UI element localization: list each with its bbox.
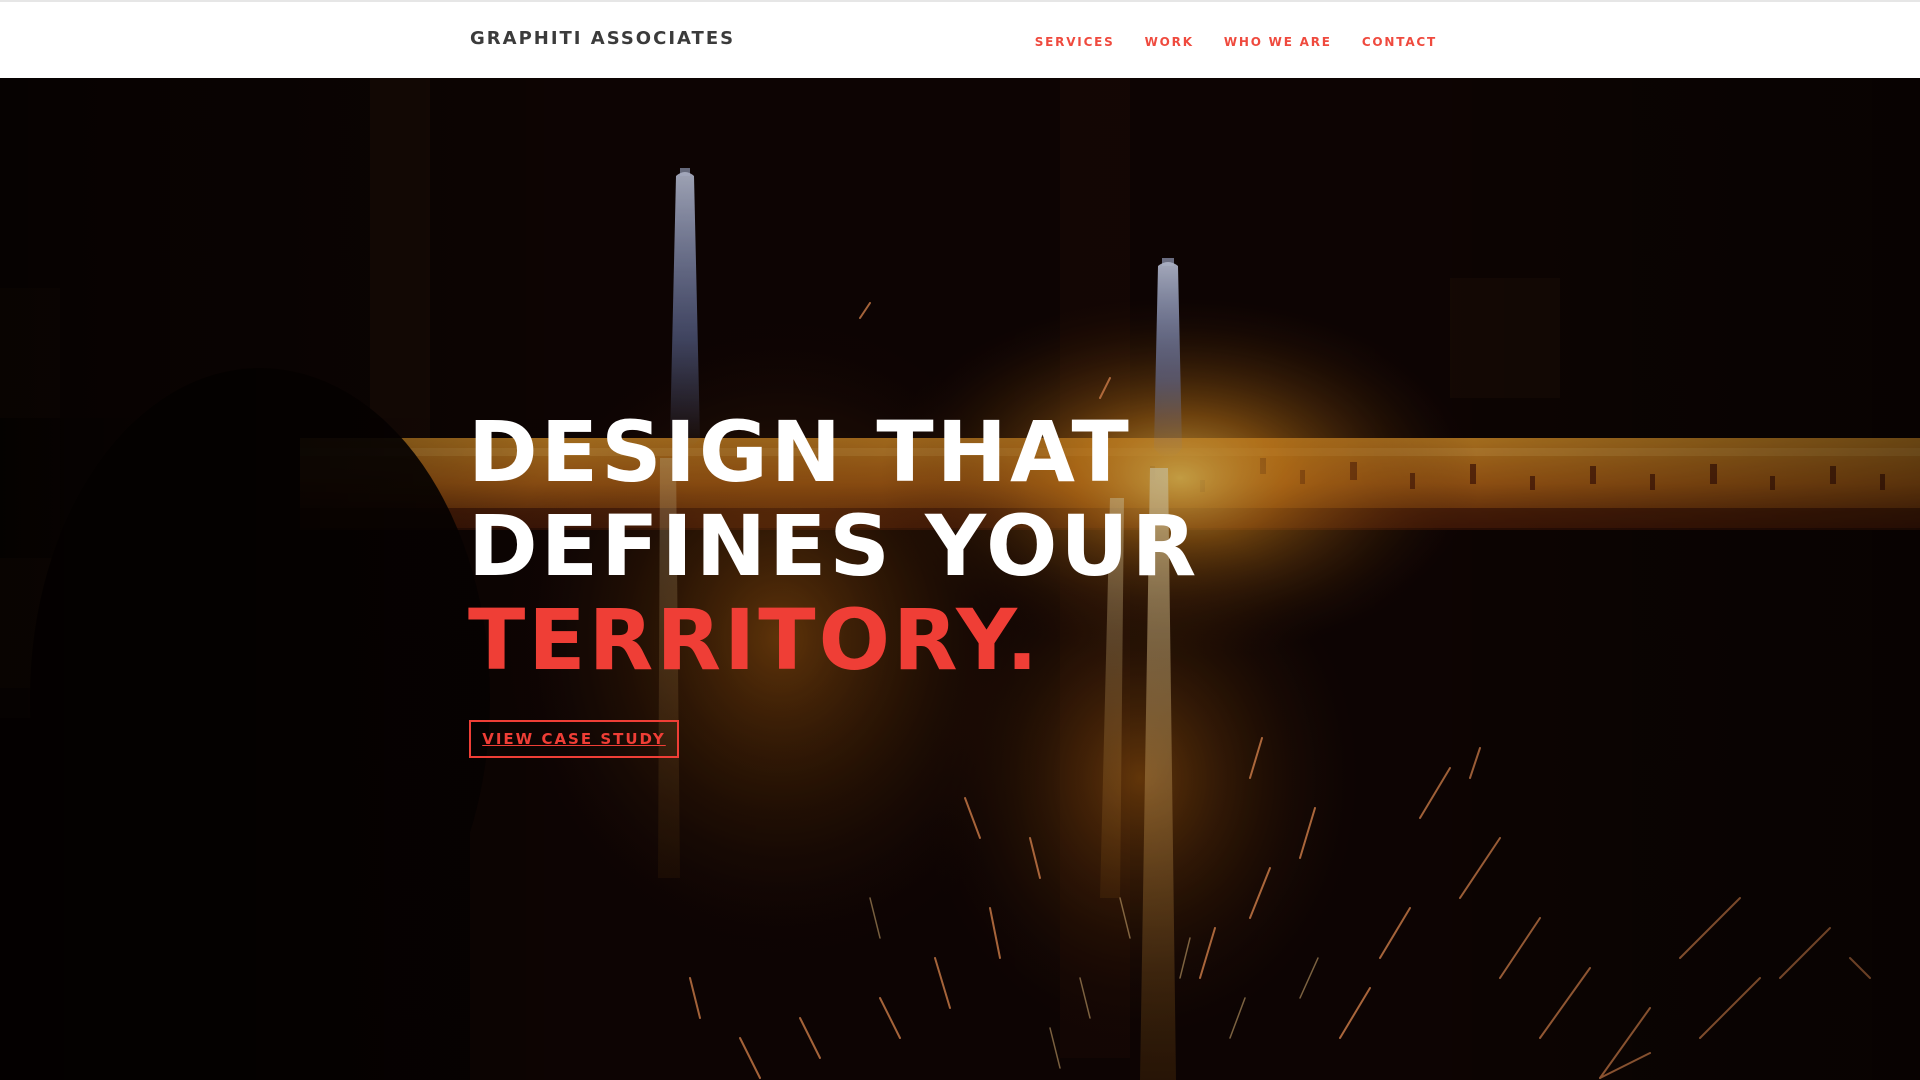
main-nav: SERVICES WORK WHO WE ARE CONTACT <box>1035 35 1437 49</box>
nav-who-we-are-link[interactable]: WHO WE ARE <box>1224 35 1332 49</box>
site-logo[interactable]: GRAPHITI ASSOCIATES <box>470 28 735 49</box>
view-case-study-button[interactable]: VIEW CASE STUDY <box>469 720 679 758</box>
headline-line-2: DEFINES YOUR <box>468 497 1200 595</box>
headline-line-1: DESIGN THAT <box>468 403 1132 501</box>
headline-accent: TERRITORY. <box>468 591 1041 689</box>
hero-headline: DESIGN THAT DEFINES YOUR TERRITORY. <box>468 405 1199 687</box>
nav-work-link[interactable]: WORK <box>1145 35 1194 49</box>
site-header: GRAPHITI ASSOCIATES SERVICES WORK WHO WE… <box>0 0 1920 78</box>
nav-contact-link[interactable]: CONTACT <box>1362 35 1437 49</box>
nav-services-link[interactable]: SERVICES <box>1035 35 1115 49</box>
